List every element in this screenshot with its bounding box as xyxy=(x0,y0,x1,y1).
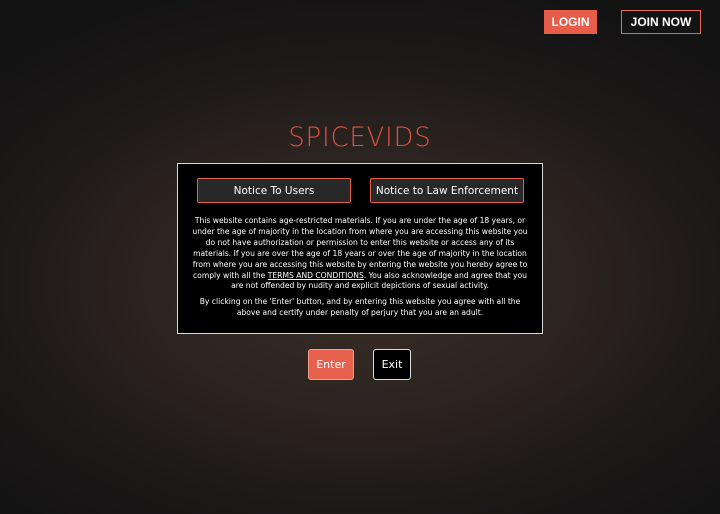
site-logo: SPICEVIDS xyxy=(288,122,432,153)
join-now-button[interactable]: JOIN NOW xyxy=(621,10,701,34)
notice-paragraph-2: By clicking on the 'Enter' button, and b… xyxy=(199,297,521,318)
notice-text: This website contains age-restricted mat… xyxy=(188,216,532,324)
notice-paragraph-1: This website contains age-restricted mat… xyxy=(188,216,532,292)
login-button[interactable]: LOGIN xyxy=(544,10,597,34)
exit-button[interactable]: Exit xyxy=(373,349,411,380)
terms-and-conditions-link[interactable]: TERMS AND CONDITIONS xyxy=(268,271,364,280)
tab-notice-to-law-enforcement[interactable]: Notice to Law Enforcement xyxy=(370,178,524,203)
age-verification-dialog: Notice To Users Notice to Law Enforcemen… xyxy=(177,163,543,334)
tab-notice-to-users[interactable]: Notice To Users xyxy=(197,178,351,203)
enter-button[interactable]: Enter xyxy=(308,349,354,380)
